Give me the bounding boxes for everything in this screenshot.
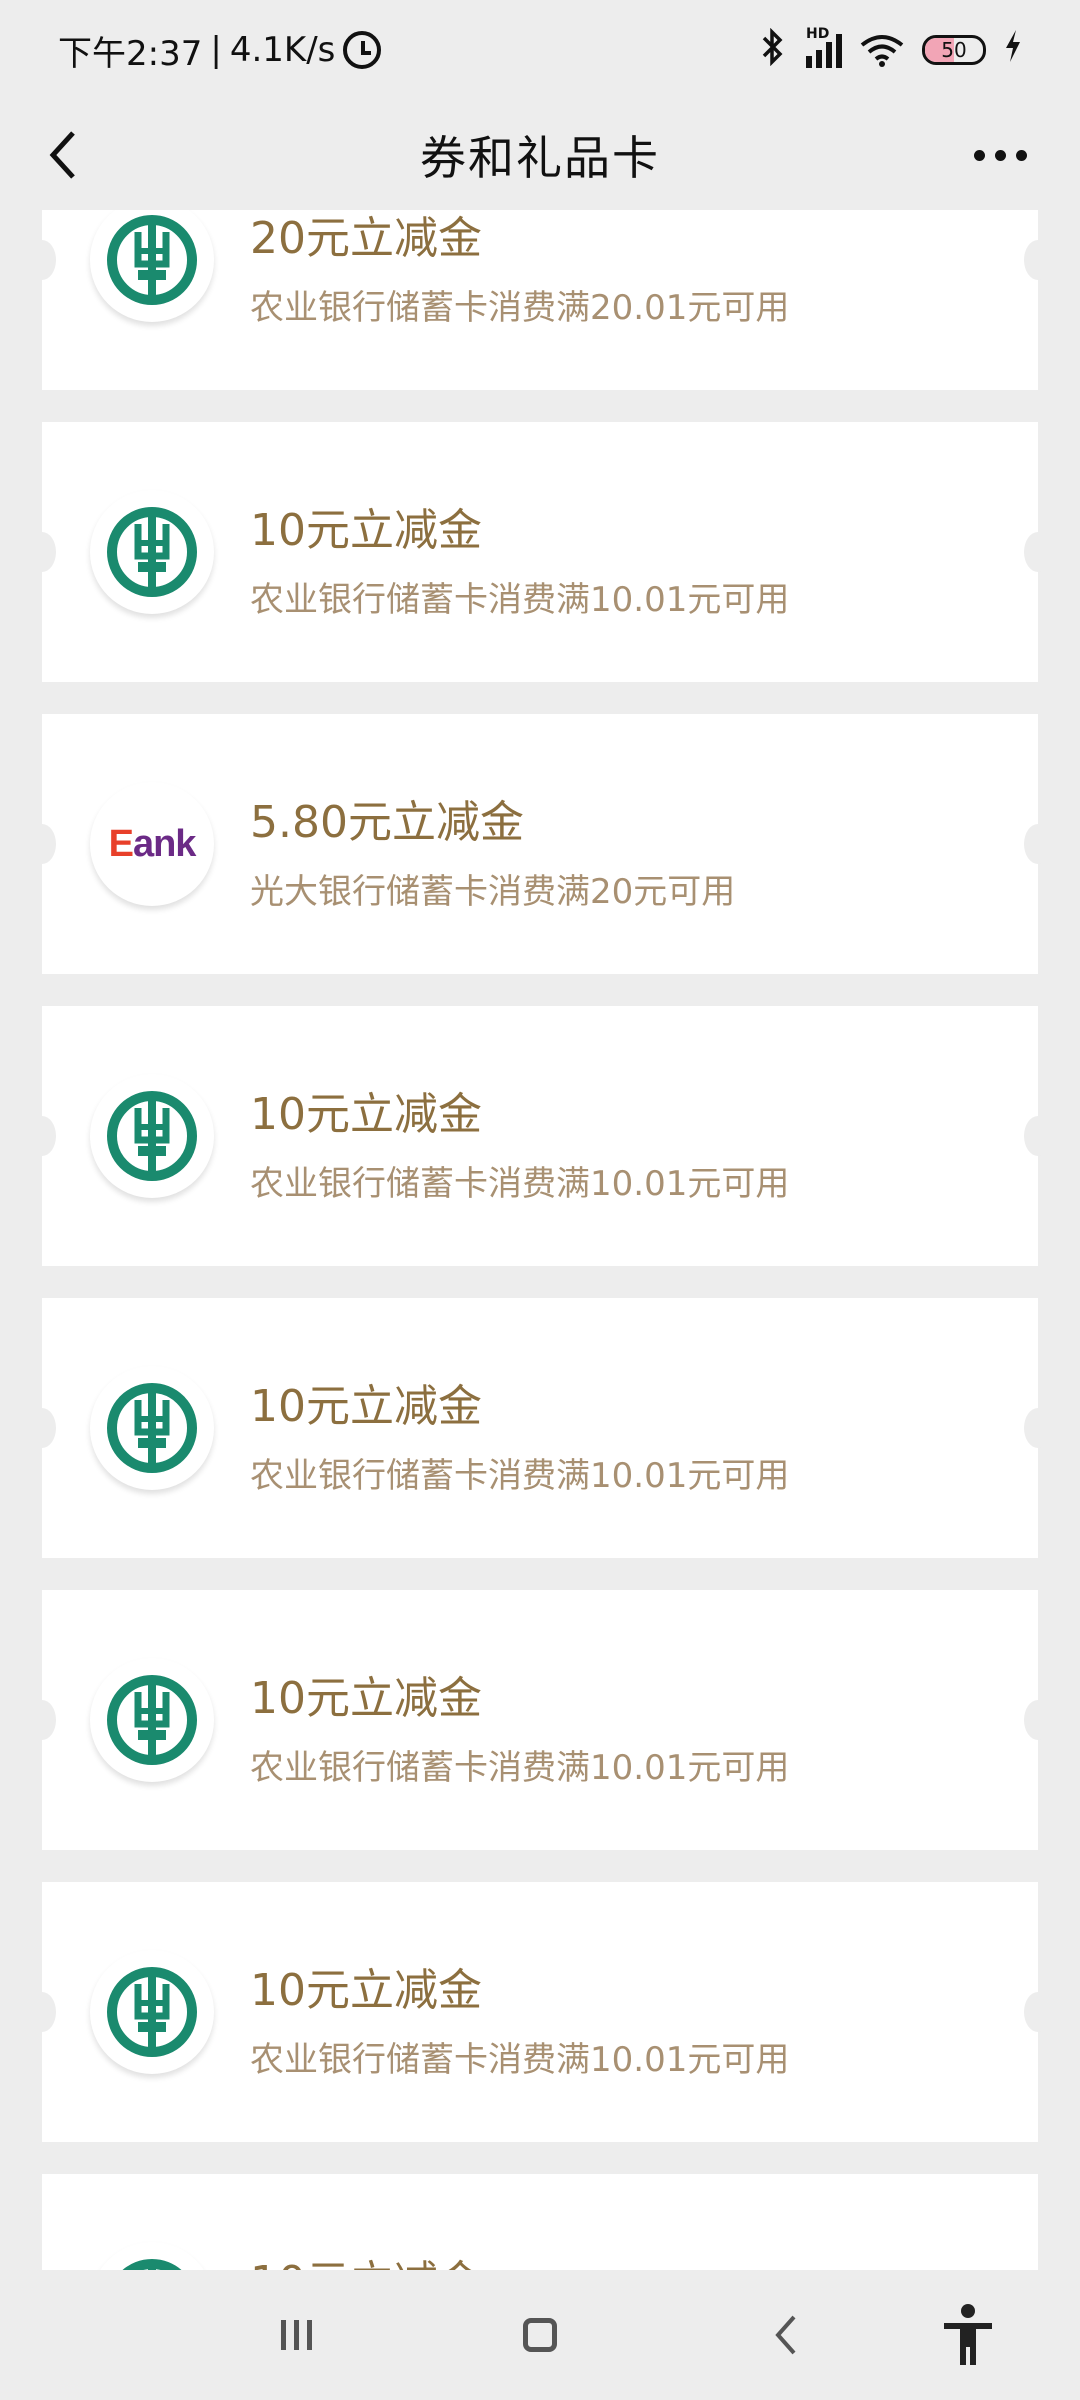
ticket-notch — [28, 532, 56, 572]
ticket-notch — [1024, 240, 1052, 280]
coupon-title: 10元立减金 — [250, 2246, 482, 2270]
status-bar: 下午2:37 | 4.1K/s HD 50 — [0, 0, 1080, 100]
network-speed: 4.1K/s — [229, 30, 336, 70]
charging-icon — [1004, 30, 1022, 70]
status-time: 下午2:37 — [58, 33, 203, 74]
ticket-notch — [28, 1116, 56, 1156]
coupon-description: 农业银行储蓄卡消费满10.01元可用 — [250, 1748, 790, 1788]
ticket-notch — [1024, 1116, 1052, 1156]
coupon-card[interactable]: 10元立减金 农业银行储蓄卡消费满10.01元可用 — [42, 2174, 1038, 2270]
coupon-description: 农业银行储蓄卡消费满10.01元可用 — [250, 1456, 790, 1496]
coupon-description: 农业银行储蓄卡消费满20.01元可用 — [250, 288, 790, 328]
ticket-notch — [1024, 824, 1052, 864]
more-button[interactable] — [960, 130, 1040, 180]
nav-back-icon — [775, 2315, 796, 2355]
home-button[interactable] — [500, 2300, 580, 2370]
coupon-description: 农业银行储蓄卡消费满10.01元可用 — [250, 2040, 790, 2080]
ticket-notch — [1024, 532, 1052, 572]
ticket-notch — [1024, 1408, 1052, 1448]
ticket-notch — [28, 1700, 56, 1740]
ebank-logo-text: Eank — [108, 822, 197, 865]
ticket-notch — [1024, 1992, 1052, 2032]
header: 券和礼品卡 — [0, 100, 1080, 210]
accessibility-icon — [944, 2304, 992, 2365]
ticket-notch — [1024, 1700, 1052, 1740]
ticket-notch — [28, 1992, 56, 2032]
status-separator: | — [210, 30, 222, 70]
coupon-title: 5.80元立减金 — [250, 797, 524, 848]
abc-bank-logo — [90, 1658, 214, 1782]
abc-bank-logo — [90, 1074, 214, 1198]
nav-back-button[interactable] — [746, 2300, 826, 2370]
coupon-card[interactable]: 10元立减金 农业银行储蓄卡消费满10.01元可用 — [28, 1882, 1052, 2142]
abc-bank-logo-icon — [107, 215, 197, 305]
abc-bank-logo — [90, 490, 214, 614]
abc-bank-logo-icon — [107, 507, 197, 597]
wifi-icon — [860, 33, 904, 67]
ticket-notch — [28, 1408, 56, 1448]
bluetooth-icon — [758, 27, 788, 73]
coupon-card[interactable]: 10元立减金 农业银行储蓄卡消费满10.01元可用 — [28, 1006, 1052, 1266]
coupon-card[interactable]: 10元立减金 农业银行储蓄卡消费满10.01元可用 — [28, 1590, 1052, 1850]
coupon-description: 农业银行储蓄卡消费满10.01元可用 — [250, 1164, 790, 1204]
more-dots-icon — [973, 149, 985, 161]
alarm-icon — [343, 31, 382, 69]
abc-bank-logo-icon — [107, 1383, 197, 1473]
abc-bank-logo — [90, 2242, 214, 2270]
abc-bank-logo-icon — [122, 2259, 182, 2270]
abc-bank-logo-icon — [107, 1091, 197, 1181]
page-title: 券和礼品卡 — [420, 131, 660, 185]
coupon-card[interactable]: 10元立减金 农业银行储蓄卡消费满10.01元可用 — [28, 1298, 1052, 1558]
chevron-left-icon — [49, 131, 75, 179]
abc-bank-logo — [90, 1366, 214, 1490]
status-left: 下午2:37 | 4.1K/s — [58, 26, 382, 75]
coupon-card[interactable]: 10元立减金 农业银行储蓄卡消费满10.01元可用 — [28, 422, 1052, 682]
coupon-card[interactable]: 20元立减金 农业银行储蓄卡消费满20.01元可用 — [28, 210, 1052, 390]
abc-bank-logo-icon — [107, 1675, 197, 1765]
coupon-title: 20元立减金 — [250, 213, 482, 264]
accessibility-button[interactable] — [928, 2300, 1008, 2370]
abc-bank-logo — [90, 210, 214, 322]
hd-label: HD — [806, 26, 830, 42]
coupon-title: 10元立减金 — [250, 1381, 482, 1432]
home-icon — [523, 2318, 557, 2352]
coupon-title: 10元立减金 — [250, 505, 482, 556]
coupon-card[interactable]: Eank 5.80元立减金 光大银行储蓄卡消费满20元可用 — [28, 714, 1052, 974]
system-nav-bar — [0, 2270, 1080, 2400]
back-button[interactable] — [30, 122, 96, 188]
coupon-title: 10元立减金 — [250, 1673, 482, 1724]
coupon-title: 10元立减金 — [250, 1965, 482, 2016]
coupon-title: 10元立减金 — [250, 1089, 482, 1140]
ebank-logo: Eank — [90, 782, 214, 906]
abc-bank-logo-icon — [107, 1967, 197, 2057]
coupon-list-inner: 20元立减金 农业银行储蓄卡消费满20.01元可用 10元立减金 农业银行储蓄卡… — [0, 210, 1080, 2270]
battery-level: 50 — [941, 38, 967, 62]
abc-bank-logo — [90, 1950, 214, 2074]
coupon-list[interactable]: 20元立减金 农业银行储蓄卡消费满20.01元可用 10元立减金 农业银行储蓄卡… — [0, 210, 1080, 2270]
coupon-description: 农业银行储蓄卡消费满10.01元可用 — [250, 580, 790, 620]
ticket-notch — [28, 824, 56, 864]
ticket-notch — [28, 240, 56, 280]
recents-button[interactable] — [256, 2300, 336, 2370]
signal-icon: HD — [806, 26, 842, 68]
battery-icon: 50 — [922, 35, 986, 65]
status-right: HD 50 — [758, 26, 1022, 73]
coupon-description: 光大银行储蓄卡消费满20元可用 — [250, 872, 736, 912]
